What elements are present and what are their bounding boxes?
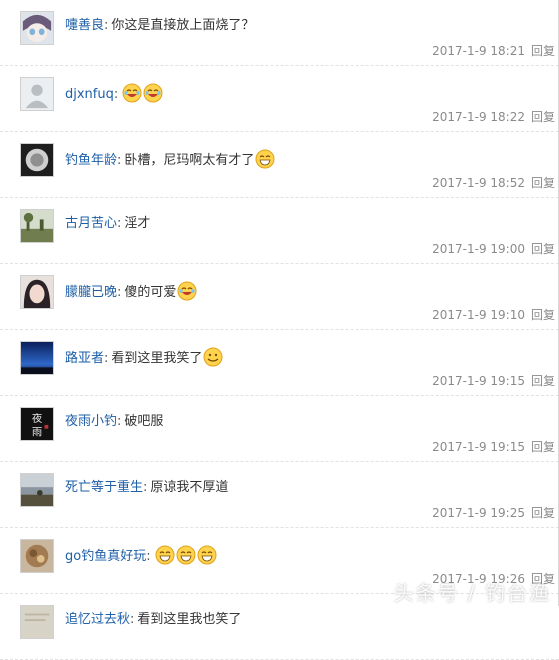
username-link[interactable]: go钓鱼真好玩 — [65, 549, 146, 564]
timestamp: 2017-1-9 18:21 — [432, 44, 525, 58]
grin-emoji — [197, 545, 217, 565]
comment-line: 死亡等于重生: 原谅我不厚道 — [65, 479, 228, 497]
timestamp: 2017-1-9 19:15 — [432, 374, 525, 388]
grin-emoji — [255, 149, 275, 169]
separator: : — [113, 87, 119, 102]
comment-text: 看到这里我也笑了 — [137, 612, 242, 627]
comment-item: 路亚者: 看到这里我笑了 2017-1-9 19:15 回复 — [0, 330, 559, 396]
comment-text: 破吧服 — [124, 414, 164, 429]
avatar[interactable] — [20, 341, 54, 375]
comment-meta: 2017-1-9 19:15 回复 — [432, 438, 555, 455]
laugh-emoji — [177, 281, 197, 301]
separator: : — [104, 18, 109, 33]
comment-text: 淫才 — [124, 216, 151, 231]
username-link[interactable]: 朦朧已晚 — [65, 285, 117, 300]
username-link[interactable]: 死亡等于重生 — [65, 480, 143, 495]
comment-meta: 2017-1-9 18:52 回复 — [432, 174, 555, 191]
username-link[interactable]: 古月苦心 — [65, 216, 117, 231]
avatar[interactable] — [20, 143, 54, 177]
separator: : — [130, 612, 135, 627]
smile-emoji — [203, 347, 223, 367]
comment-text: 卧槽，尼玛啊太有才了 — [124, 153, 255, 168]
username-link[interactable]: 嚏善良 — [65, 18, 104, 33]
comment-item: 死亡等于重生: 原谅我不厚道 2017-1-9 19:25 回复 — [0, 462, 559, 528]
comment-text: 原谅我不厚道 — [150, 480, 229, 495]
separator: : — [146, 549, 151, 564]
comment-meta: 2017-1-9 18:21 回复 — [432, 42, 555, 59]
reply-link[interactable]: 回复 — [531, 308, 555, 322]
grin-emoji — [176, 545, 196, 565]
timestamp: 2017-1-9 18:22 — [432, 110, 525, 124]
comment-text: 看到这里我笑了 — [111, 351, 203, 366]
timestamp: 2017-1-9 19:25 — [432, 506, 525, 520]
reply-link[interactable]: 回复 — [531, 374, 555, 388]
avatar[interactable] — [20, 209, 54, 243]
separator: : — [143, 480, 148, 495]
comment-meta: 2017-1-9 19:25 回复 — [432, 504, 555, 521]
comment-item: djxnfuq: 2017-1-9 18:22 回复 — [0, 66, 559, 132]
grin-emoji — [155, 545, 175, 565]
separator: : — [117, 414, 122, 429]
avatar[interactable] — [20, 275, 54, 309]
comment-meta: 2017-1-9 19:10 回复 — [432, 306, 555, 323]
comment-line: djxnfuq: — [65, 83, 163, 104]
comment-text: 傻的可爱 — [124, 285, 177, 300]
svg-text:夜: 夜 — [32, 412, 43, 425]
laugh-emoji — [143, 83, 163, 103]
avatar[interactable] — [20, 11, 54, 45]
comment-line: 夜雨小钓: 破吧服 — [65, 413, 163, 431]
comment-item: 古月苦心: 淫才 2017-1-9 19:00 回复 — [0, 198, 559, 264]
comment-item: 夜雨夜雨小钓: 破吧服 2017-1-9 19:15 回复 — [0, 396, 559, 462]
reply-link[interactable]: 回复 — [531, 44, 555, 58]
svg-text:雨: 雨 — [32, 426, 42, 438]
comment-line: 钓鱼年龄: 卧槽，尼玛啊太有才了 — [65, 149, 275, 170]
username-link[interactable]: 钓鱼年龄 — [65, 153, 117, 168]
timestamp: 2017-1-9 18:52 — [432, 176, 525, 190]
comment-list: 嚏善良: 你这是直接放上面烧了？ 2017-1-9 18:21 回复 djxnfuq: 2… — [0, 0, 559, 660]
comment-meta: 2017-1-9 19:00 回复 — [432, 240, 555, 257]
separator: : — [117, 285, 122, 300]
comment-line: 路亚者: 看到这里我笑了 — [65, 347, 223, 368]
username-link[interactable]: 路亚者 — [65, 351, 104, 366]
comment-line: 朦朧已晚: 傻的可爱 — [65, 281, 197, 302]
reply-link[interactable]: 回复 — [531, 506, 555, 520]
username-link[interactable]: 追忆过去秋 — [65, 612, 130, 627]
username-link[interactable]: djxnfuq — [65, 87, 114, 102]
comment-text: 你这是直接放上面烧了？ — [111, 18, 255, 33]
comment-line: go钓鱼真好玩: — [65, 545, 217, 566]
reply-link[interactable]: 回复 — [531, 242, 555, 256]
reply-link[interactable]: 回复 — [531, 110, 555, 124]
watermark: 头条号 / 钓台渔 — [393, 581, 551, 605]
comment-line: 嚏善良: 你这是直接放上面烧了？ — [65, 17, 254, 35]
avatar[interactable]: 夜雨 — [20, 407, 54, 441]
comment-item: 朦朧已晚: 傻的可爱 2017-1-9 19:10 回复 — [0, 264, 559, 330]
comment-item: 嚏善良: 你这是直接放上面烧了？ 2017-1-9 18:21 回复 — [0, 0, 559, 66]
avatar[interactable] — [20, 539, 54, 573]
comment-line: 古月苦心: 淫才 — [65, 215, 150, 233]
comment-line: 追忆过去秋: 看到这里我也笑了 — [65, 611, 241, 629]
comment-meta: 2017-1-9 19:15 回复 — [432, 372, 555, 389]
timestamp: 2017-1-9 19:00 — [432, 242, 525, 256]
reply-link[interactable]: 回复 — [531, 440, 555, 454]
separator: : — [117, 153, 122, 168]
timestamp: 2017-1-9 19:10 — [432, 308, 525, 322]
separator: : — [117, 216, 122, 231]
avatar[interactable] — [20, 473, 54, 507]
avatar[interactable] — [20, 77, 54, 111]
username-link[interactable]: 夜雨小钓 — [65, 414, 117, 429]
reply-link[interactable]: 回复 — [531, 176, 555, 190]
separator: : — [104, 351, 109, 366]
avatar[interactable] — [20, 605, 54, 639]
comment-item: 钓鱼年龄: 卧槽，尼玛啊太有才了 2017-1-9 18:52 回复 — [0, 132, 559, 198]
comment-meta: 2017-1-9 18:22 回复 — [432, 108, 555, 125]
laugh-emoji — [122, 83, 142, 103]
timestamp: 2017-1-9 19:15 — [432, 440, 525, 454]
